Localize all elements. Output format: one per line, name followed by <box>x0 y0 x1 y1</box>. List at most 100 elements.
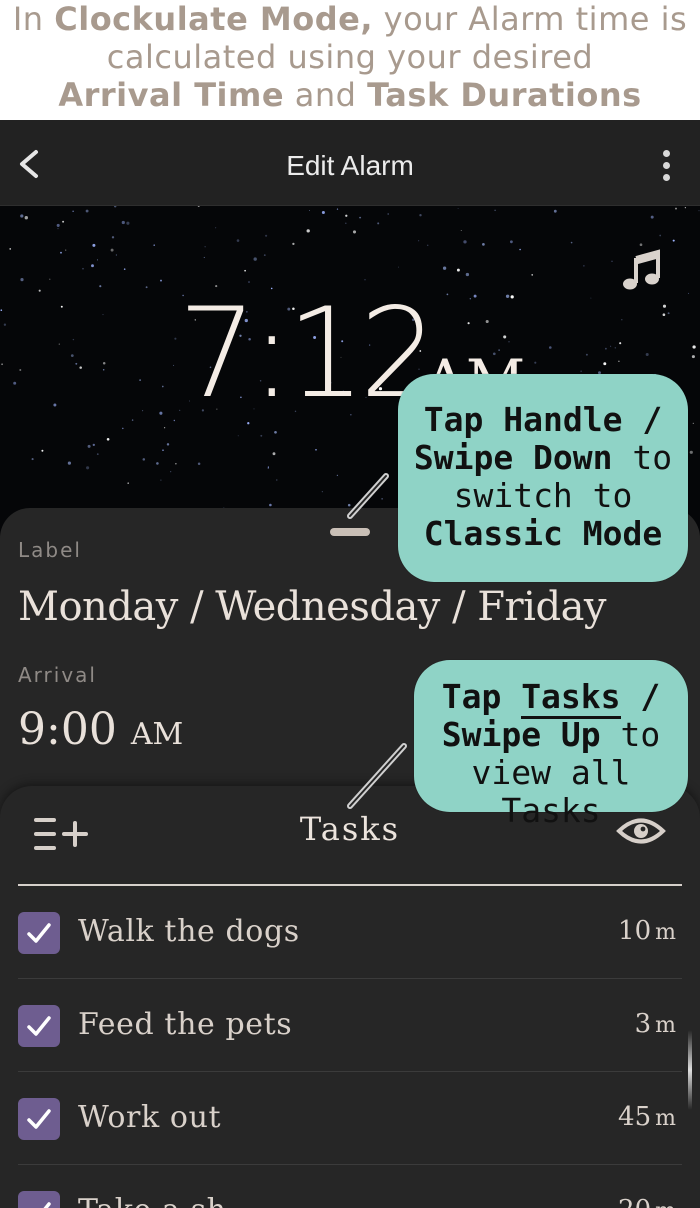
star <box>162 449 164 451</box>
star <box>446 293 449 296</box>
callout-bold: Swipe Down <box>413 438 613 477</box>
task-row[interactable]: Walk the dogs 10 m <box>18 886 682 979</box>
star <box>534 361 537 364</box>
callout-bold: / <box>620 677 661 716</box>
star <box>99 285 102 288</box>
task-row[interactable]: Work out 45 m <box>18 1072 682 1165</box>
star <box>67 461 71 465</box>
star <box>645 352 649 357</box>
callout-bold: Tap Handle / <box>423 400 663 439</box>
star <box>684 207 686 209</box>
star <box>24 216 28 220</box>
star <box>650 215 654 219</box>
star <box>60 305 63 308</box>
star <box>142 458 146 461</box>
star <box>31 458 34 461</box>
star <box>106 437 110 441</box>
star <box>618 360 620 363</box>
star <box>127 482 129 484</box>
star <box>603 362 607 366</box>
star <box>215 227 217 229</box>
star <box>57 227 59 230</box>
callout-bold: Classic Mode <box>423 514 663 553</box>
star <box>65 249 67 251</box>
star <box>692 422 694 424</box>
star <box>110 248 114 252</box>
star <box>692 345 696 349</box>
more-options-button[interactable] <box>656 150 676 184</box>
arrival-time[interactable]: 9:00 AM <box>18 704 183 755</box>
label-value[interactable]: Monday / Wednesday / Friday <box>18 584 607 630</box>
star <box>662 304 667 308</box>
star <box>580 370 582 372</box>
task-checkbox[interactable] <box>18 912 60 954</box>
star <box>102 368 105 371</box>
caption-text: and <box>284 76 368 114</box>
star <box>510 295 514 299</box>
star <box>123 268 126 270</box>
star <box>92 443 95 447</box>
star <box>485 319 489 324</box>
checkmark-icon <box>43 1202 51 1208</box>
arrival-ampm: AM <box>130 717 184 752</box>
task-row[interactable]: Take a sh 20 m <box>18 1165 682 1208</box>
task-duration-unit: m <box>655 920 676 945</box>
star <box>619 342 622 345</box>
star <box>457 208 459 209</box>
callout-line: Tap Handle / <box>398 401 688 439</box>
task-row[interactable]: Feed the pets 3 m <box>18 979 682 1072</box>
vertical-ellipsis-icon <box>656 150 676 181</box>
star <box>1 363 3 366</box>
star <box>585 353 588 356</box>
star <box>142 410 144 412</box>
caption-bold-text: Clockulate Mode, <box>54 0 373 38</box>
alarm-sound-button[interactable] <box>620 248 664 292</box>
star <box>269 503 272 507</box>
star <box>86 466 90 470</box>
star <box>639 243 643 247</box>
star <box>469 298 471 300</box>
task-checkbox[interactable] <box>18 1191 60 1208</box>
task-checkbox[interactable] <box>18 1098 60 1140</box>
music-note-icon <box>623 249 660 290</box>
task-duration-unit: m <box>655 1013 676 1038</box>
star <box>272 452 276 456</box>
task-name: Work out <box>78 1100 222 1135</box>
star <box>377 222 380 225</box>
task-duration-value: 3 <box>634 1009 652 1039</box>
star <box>121 220 125 225</box>
task-name: Feed the pets <box>78 1007 293 1042</box>
task-checkbox[interactable] <box>18 1005 60 1047</box>
callout-text: to <box>600 715 661 754</box>
task-name: Take a sh <box>78 1193 227 1208</box>
star <box>309 210 311 212</box>
star <box>96 453 99 455</box>
star <box>347 503 351 507</box>
sheet-handle[interactable] <box>330 528 370 536</box>
scroll-indicator[interactable] <box>688 1030 692 1110</box>
star <box>197 206 200 207</box>
star <box>20 214 24 218</box>
star <box>336 474 339 477</box>
callout-text: to <box>612 438 673 477</box>
star <box>19 369 22 371</box>
star <box>321 491 323 493</box>
caption-text: In <box>12 0 55 38</box>
alarm-time[interactable]: 7:12 <box>178 284 438 424</box>
star <box>139 379 141 381</box>
star <box>691 355 695 359</box>
star <box>87 444 91 448</box>
star <box>173 419 175 422</box>
star <box>237 435 239 437</box>
star <box>531 274 534 276</box>
star <box>276 479 278 481</box>
star <box>267 467 270 469</box>
callout-line: Tap Tasks / <box>414 677 688 719</box>
star <box>70 354 74 357</box>
star <box>519 248 521 251</box>
star <box>611 260 613 262</box>
star <box>122 427 124 430</box>
star <box>494 209 496 212</box>
task-duration: 20 m <box>618 1195 676 1208</box>
star <box>56 223 60 227</box>
